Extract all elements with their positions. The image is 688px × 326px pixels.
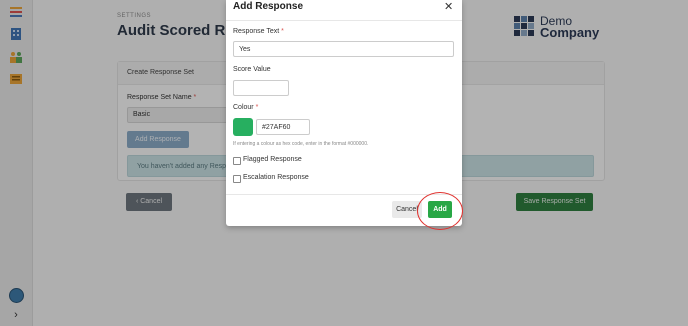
escalation-response-label[interactable]: Escalation Response xyxy=(243,174,309,181)
colour-hex-input[interactable]: #27AF60 xyxy=(256,119,310,135)
response-text-label: Response Text * xyxy=(233,28,284,35)
colour-label: Colour * xyxy=(233,104,259,111)
highlight-annotation xyxy=(417,192,463,230)
flagged-response-label[interactable]: Flagged Response xyxy=(243,156,302,163)
escalation-response-checkbox[interactable] xyxy=(233,175,241,183)
modal-header: Add Response ✕ xyxy=(226,0,462,21)
colour-swatch[interactable] xyxy=(233,118,253,136)
colour-hint: If entering a colour as hex code, enter … xyxy=(233,141,369,147)
add-response-modal: Add Response ✕ Response Text * Yes Score… xyxy=(226,0,462,226)
close-icon[interactable]: ✕ xyxy=(444,0,453,13)
response-text-input[interactable]: Yes xyxy=(233,41,454,57)
score-value-input[interactable] xyxy=(233,80,289,96)
modal-title: Add Response xyxy=(233,1,304,12)
flagged-response-checkbox[interactable] xyxy=(233,157,241,165)
score-value-label: Score Value xyxy=(233,66,271,73)
